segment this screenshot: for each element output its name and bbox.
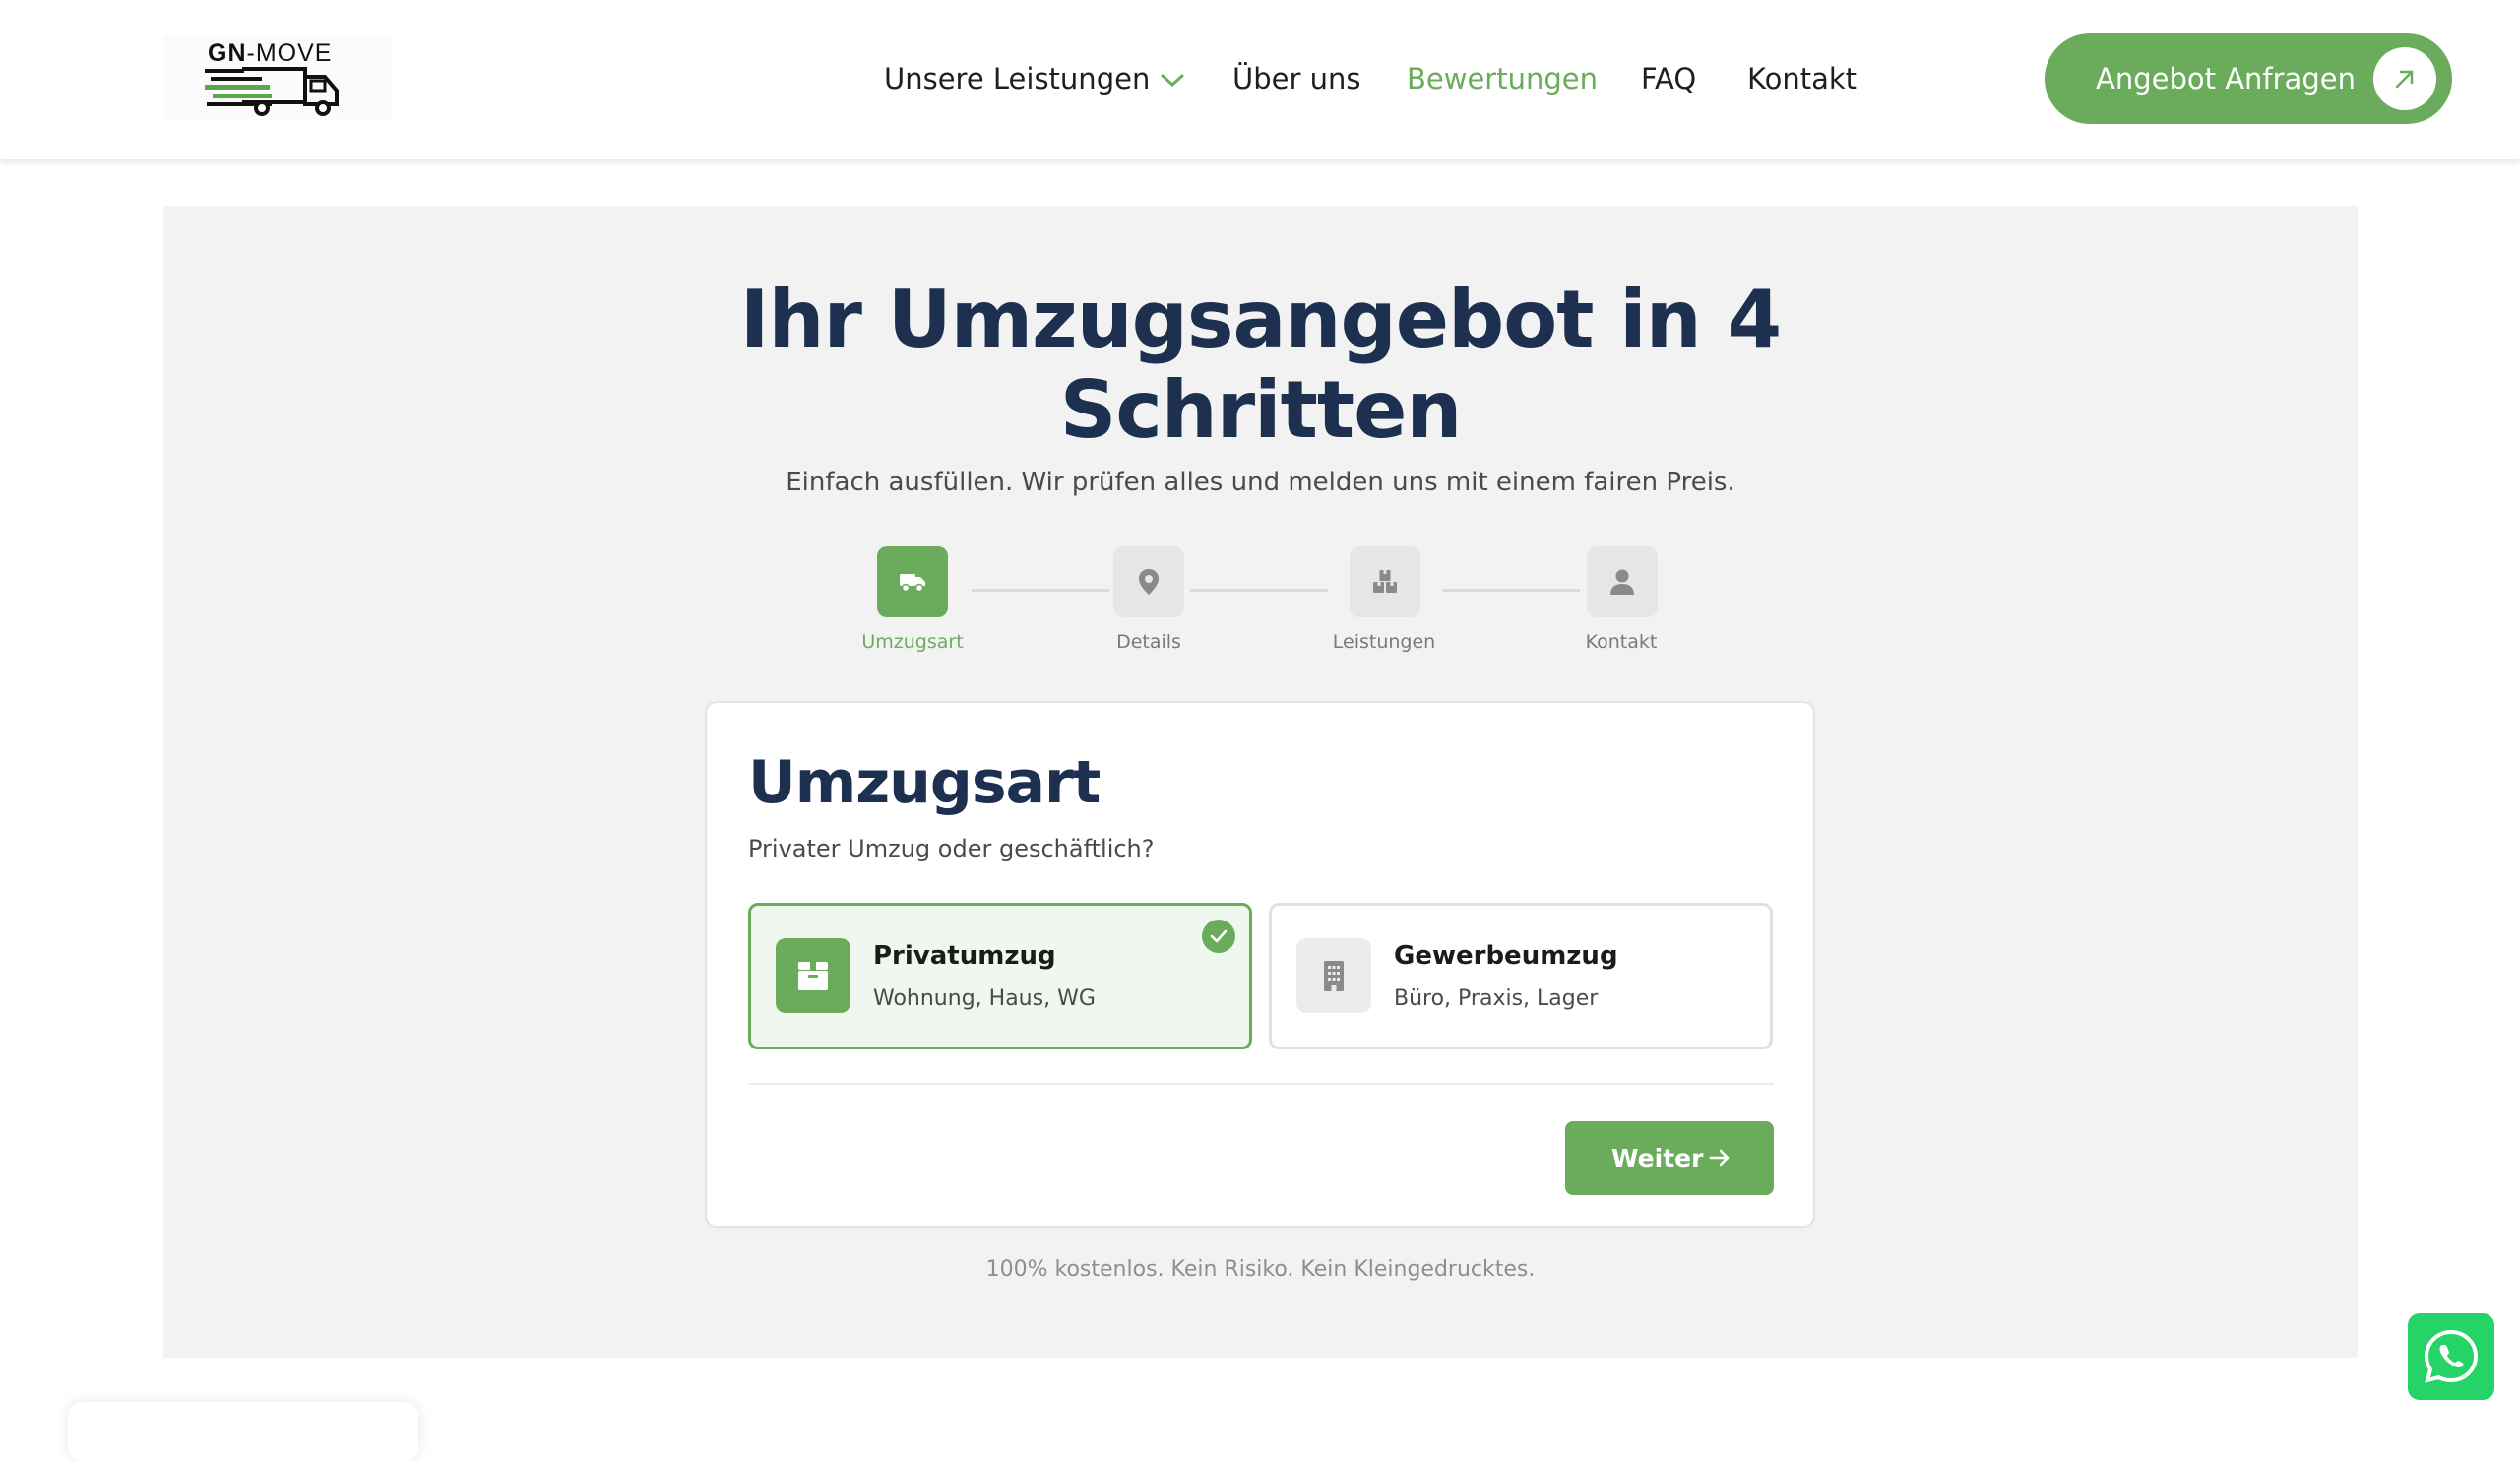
- form-card: Umzugsart Privater Umzug oder geschäftli…: [705, 701, 1815, 1228]
- whatsapp-icon: [2424, 1329, 2479, 1383]
- cta-label: Angebot Anfragen: [2096, 62, 2356, 95]
- step-connector: [1190, 589, 1328, 592]
- step-label-leistungen: Leistungen: [1332, 631, 1436, 653]
- step-connector: [1442, 589, 1580, 592]
- checkmark-icon: [1210, 929, 1228, 943]
- step-label-details: Details: [1116, 631, 1181, 653]
- quote-form-section: Ihr Umzugsangebot in 4 Schritten Einfach…: [163, 206, 2358, 1358]
- arrow-up-right-icon: [2395, 70, 2414, 89]
- step-label-umzugsart: Umzugsart: [861, 631, 964, 653]
- card-subtitle: Privater Umzug oder geschäftlich?: [748, 835, 1155, 862]
- option-privatumzug[interactable]: Privatumzug Wohnung, Haus, WG: [748, 903, 1252, 1049]
- logo[interactable]: GN-MOVE: [163, 35, 392, 120]
- nav-item-bewertungen[interactable]: Bewertungen: [1407, 57, 1598, 100]
- cookie-widget[interactable]: [68, 1402, 418, 1461]
- nav-label: Unsere Leistungen: [884, 62, 1151, 95]
- card-title: Umzugsart: [748, 748, 1101, 817]
- page-title: Ihr Umzugsangebot in 4 Schritten: [163, 275, 2358, 456]
- option-gewerbeumzug[interactable]: Gewerbeumzug Büro, Praxis, Lager: [1269, 903, 1773, 1049]
- footnote: 100% kostenlos. Kein Risiko. Kein Kleing…: [985, 1257, 1536, 1282]
- nav-item-ueber-uns[interactable]: Über uns: [1232, 57, 1361, 100]
- whatsapp-button[interactable]: [2408, 1313, 2494, 1400]
- option-icon-box: [776, 938, 850, 1013]
- step-kontakt[interactable]: [1587, 546, 1658, 617]
- weiter-label: Weiter: [1611, 1144, 1704, 1173]
- nav-item-faq[interactable]: FAQ: [1641, 57, 1696, 100]
- truck-icon: [900, 574, 925, 593]
- nav-item-kontakt[interactable]: Kontakt: [1747, 57, 1857, 100]
- box-icon: [798, 962, 828, 990]
- building-icon: [1324, 961, 1344, 991]
- option-icon-building: [1296, 938, 1371, 1013]
- step-connector: [972, 589, 1109, 592]
- step-leistungen[interactable]: [1350, 546, 1420, 617]
- title-line-1: Ihr Umzugsangebot in 4: [739, 274, 1782, 365]
- cta-circle: [2373, 47, 2436, 110]
- option-title: Privatumzug: [873, 941, 1056, 971]
- option-title: Gewerbeumzug: [1394, 941, 1618, 971]
- page-subtitle: Einfach ausfüllen. Wir prüfen alles und …: [786, 468, 1735, 497]
- truck-logo-icon: [205, 67, 339, 116]
- user-icon: [1610, 569, 1634, 595]
- option-description: Büro, Praxis, Lager: [1394, 986, 1599, 1011]
- chevron-down-icon: [1161, 74, 1184, 88]
- step-details[interactable]: [1113, 546, 1184, 617]
- option-description: Wohnung, Haus, WG: [873, 986, 1096, 1011]
- check-icon: [1202, 920, 1235, 953]
- arrow-right-icon: [1709, 1149, 1730, 1167]
- site-header: GN-MOVE Unsere Leistungen Über uns Bewer…: [0, 0, 2520, 159]
- step-label-kontakt: Kontakt: [1585, 631, 1658, 653]
- title-line-2: Schritten: [1059, 364, 1463, 456]
- nav-item-unsere-leistungen[interactable]: Unsere Leistungen: [884, 57, 1185, 100]
- divider: [748, 1083, 1774, 1085]
- map-pin-icon: [1139, 569, 1159, 595]
- step-umzugsart[interactable]: [877, 546, 948, 617]
- boxes-icon: [1373, 570, 1397, 593]
- angebot-anfragen-button[interactable]: Angebot Anfragen: [2045, 33, 2452, 124]
- weiter-button[interactable]: Weiter: [1565, 1121, 1774, 1195]
